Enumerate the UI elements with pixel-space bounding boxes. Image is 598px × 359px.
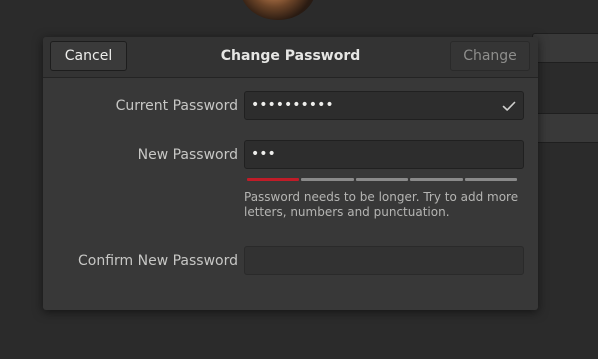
current-password-label: Current Password bbox=[115, 98, 238, 114]
strength-segment bbox=[301, 178, 354, 181]
user-avatar-background bbox=[240, 0, 316, 20]
confirm-password-label: Confirm New Password bbox=[77, 253, 238, 269]
strength-segment bbox=[464, 178, 518, 181]
strength-segment bbox=[355, 178, 409, 181]
strength-segment bbox=[247, 178, 300, 181]
new-password-label: New Password bbox=[137, 147, 238, 163]
password-strength-meter bbox=[247, 178, 518, 181]
check-icon bbox=[502, 101, 516, 111]
change-password-dialog: Change Password Cancel Change Current Pa… bbox=[43, 37, 538, 310]
dialog-header: Change Password Cancel Change bbox=[43, 37, 538, 78]
strength-segment bbox=[410, 178, 463, 181]
current-password-value: •••••••••• bbox=[251, 97, 334, 113]
change-button[interactable]: Change bbox=[450, 41, 530, 71]
cancel-button[interactable]: Cancel bbox=[50, 41, 127, 71]
current-password-field[interactable]: •••••••••• bbox=[244, 91, 524, 120]
confirm-password-field[interactable] bbox=[244, 246, 524, 275]
new-password-value: ••• bbox=[251, 146, 276, 162]
background-field bbox=[532, 33, 598, 63]
new-password-field[interactable]: ••• bbox=[244, 140, 524, 169]
background-field bbox=[532, 113, 598, 143]
password-hint: Password needs to be longer. Try to add … bbox=[244, 190, 519, 219]
